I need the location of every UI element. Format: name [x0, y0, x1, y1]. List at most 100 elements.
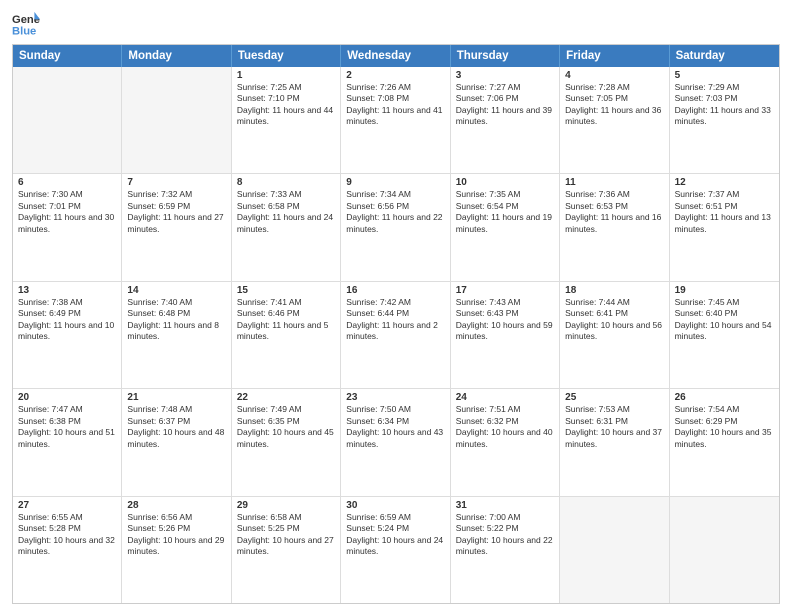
- day-number: 16: [346, 285, 444, 296]
- sunset-text: Sunset: 6:49 PM: [18, 308, 116, 319]
- daylight-text: Daylight: 10 hours and 43 minutes.: [346, 427, 444, 450]
- daylight-text: Daylight: 11 hours and 27 minutes.: [127, 212, 225, 235]
- day-number: 17: [456, 285, 554, 296]
- day-cell: 26Sunrise: 7:54 AMSunset: 6:29 PMDayligh…: [670, 389, 779, 495]
- day-number: 6: [18, 177, 116, 188]
- day-cell: 29Sunrise: 6:58 AMSunset: 5:25 PMDayligh…: [232, 497, 341, 603]
- day-number: 8: [237, 177, 335, 188]
- daylight-text: Daylight: 10 hours and 29 minutes.: [127, 535, 225, 558]
- daylight-text: Daylight: 10 hours and 59 minutes.: [456, 320, 554, 343]
- sunset-text: Sunset: 6:34 PM: [346, 416, 444, 427]
- daylight-text: Daylight: 10 hours and 54 minutes.: [675, 320, 774, 343]
- sunset-text: Sunset: 5:28 PM: [18, 523, 116, 534]
- sunset-text: Sunset: 6:41 PM: [565, 308, 663, 319]
- sunset-text: Sunset: 7:06 PM: [456, 93, 554, 104]
- sunset-text: Sunset: 7:01 PM: [18, 201, 116, 212]
- weekday-header: Wednesday: [341, 45, 450, 67]
- day-cell: 23Sunrise: 7:50 AMSunset: 6:34 PMDayligh…: [341, 389, 450, 495]
- day-cell: 25Sunrise: 7:53 AMSunset: 6:31 PMDayligh…: [560, 389, 669, 495]
- sunrise-text: Sunrise: 7:37 AM: [675, 189, 774, 200]
- sunrise-text: Sunrise: 7:43 AM: [456, 297, 554, 308]
- sunset-text: Sunset: 6:53 PM: [565, 201, 663, 212]
- daylight-text: Daylight: 10 hours and 22 minutes.: [456, 535, 554, 558]
- sunrise-text: Sunrise: 7:45 AM: [675, 297, 774, 308]
- sunset-text: Sunset: 6:56 PM: [346, 201, 444, 212]
- day-cell: 1Sunrise: 7:25 AMSunset: 7:10 PMDaylight…: [232, 67, 341, 173]
- daylight-text: Daylight: 11 hours and 24 minutes.: [237, 212, 335, 235]
- empty-cell: [670, 497, 779, 603]
- daylight-text: Daylight: 10 hours and 51 minutes.: [18, 427, 116, 450]
- day-cell: 3Sunrise: 7:27 AMSunset: 7:06 PMDaylight…: [451, 67, 560, 173]
- daylight-text: Daylight: 11 hours and 22 minutes.: [346, 212, 444, 235]
- sunrise-text: Sunrise: 7:42 AM: [346, 297, 444, 308]
- daylight-text: Daylight: 10 hours and 24 minutes.: [346, 535, 444, 558]
- day-number: 28: [127, 500, 225, 511]
- sunset-text: Sunset: 5:26 PM: [127, 523, 225, 534]
- sunset-text: Sunset: 6:58 PM: [237, 201, 335, 212]
- day-number: 22: [237, 392, 335, 403]
- day-cell: 4Sunrise: 7:28 AMSunset: 7:05 PMDaylight…: [560, 67, 669, 173]
- calendar-header: SundayMondayTuesdayWednesdayThursdayFrid…: [13, 45, 779, 67]
- calendar-row: 6Sunrise: 7:30 AMSunset: 7:01 PMDaylight…: [13, 173, 779, 280]
- day-cell: 8Sunrise: 7:33 AMSunset: 6:58 PMDaylight…: [232, 174, 341, 280]
- sunset-text: Sunset: 7:03 PM: [675, 93, 774, 104]
- sunset-text: Sunset: 6:37 PM: [127, 416, 225, 427]
- day-cell: 31Sunrise: 7:00 AMSunset: 5:22 PMDayligh…: [451, 497, 560, 603]
- calendar-row: 13Sunrise: 7:38 AMSunset: 6:49 PMDayligh…: [13, 281, 779, 388]
- day-number: 4: [565, 70, 663, 81]
- weekday-header: Sunday: [13, 45, 122, 67]
- sunrise-text: Sunrise: 7:54 AM: [675, 404, 774, 415]
- day-number: 5: [675, 70, 774, 81]
- sunrise-text: Sunrise: 7:40 AM: [127, 297, 225, 308]
- sunrise-text: Sunrise: 6:59 AM: [346, 512, 444, 523]
- day-cell: 14Sunrise: 7:40 AMSunset: 6:48 PMDayligh…: [122, 282, 231, 388]
- sunset-text: Sunset: 6:48 PM: [127, 308, 225, 319]
- calendar-row: 1Sunrise: 7:25 AMSunset: 7:10 PMDaylight…: [13, 67, 779, 173]
- day-cell: 16Sunrise: 7:42 AMSunset: 6:44 PMDayligh…: [341, 282, 450, 388]
- sunrise-text: Sunrise: 7:26 AM: [346, 82, 444, 93]
- day-number: 24: [456, 392, 554, 403]
- daylight-text: Daylight: 11 hours and 13 minutes.: [675, 212, 774, 235]
- daylight-text: Daylight: 10 hours and 32 minutes.: [18, 535, 116, 558]
- calendar-row: 20Sunrise: 7:47 AMSunset: 6:38 PMDayligh…: [13, 388, 779, 495]
- sunrise-text: Sunrise: 7:33 AM: [237, 189, 335, 200]
- day-number: 30: [346, 500, 444, 511]
- weekday-header: Saturday: [670, 45, 779, 67]
- daylight-text: Daylight: 10 hours and 37 minutes.: [565, 427, 663, 450]
- sunrise-text: Sunrise: 6:56 AM: [127, 512, 225, 523]
- logo: General Blue: [12, 10, 40, 38]
- day-number: 10: [456, 177, 554, 188]
- daylight-text: Daylight: 11 hours and 19 minutes.: [456, 212, 554, 235]
- daylight-text: Daylight: 11 hours and 2 minutes.: [346, 320, 444, 343]
- sunset-text: Sunset: 5:25 PM: [237, 523, 335, 534]
- daylight-text: Daylight: 11 hours and 33 minutes.: [675, 105, 774, 128]
- day-cell: 13Sunrise: 7:38 AMSunset: 6:49 PMDayligh…: [13, 282, 122, 388]
- day-number: 25: [565, 392, 663, 403]
- calendar-body: 1Sunrise: 7:25 AMSunset: 7:10 PMDaylight…: [13, 67, 779, 603]
- sunset-text: Sunset: 7:05 PM: [565, 93, 663, 104]
- sunrise-text: Sunrise: 7:53 AM: [565, 404, 663, 415]
- weekday-header: Thursday: [451, 45, 560, 67]
- day-cell: 2Sunrise: 7:26 AMSunset: 7:08 PMDaylight…: [341, 67, 450, 173]
- daylight-text: Daylight: 11 hours and 44 minutes.: [237, 105, 335, 128]
- sunrise-text: Sunrise: 7:00 AM: [456, 512, 554, 523]
- sunset-text: Sunset: 6:51 PM: [675, 201, 774, 212]
- sunrise-text: Sunrise: 7:50 AM: [346, 404, 444, 415]
- sunrise-text: Sunrise: 7:25 AM: [237, 82, 335, 93]
- sunrise-text: Sunrise: 7:47 AM: [18, 404, 116, 415]
- day-cell: 5Sunrise: 7:29 AMSunset: 7:03 PMDaylight…: [670, 67, 779, 173]
- day-number: 9: [346, 177, 444, 188]
- day-cell: 24Sunrise: 7:51 AMSunset: 6:32 PMDayligh…: [451, 389, 560, 495]
- sunrise-text: Sunrise: 7:44 AM: [565, 297, 663, 308]
- day-cell: 12Sunrise: 7:37 AMSunset: 6:51 PMDayligh…: [670, 174, 779, 280]
- day-cell: 11Sunrise: 7:36 AMSunset: 6:53 PMDayligh…: [560, 174, 669, 280]
- day-number: 12: [675, 177, 774, 188]
- sunrise-text: Sunrise: 7:32 AM: [127, 189, 225, 200]
- day-cell: 19Sunrise: 7:45 AMSunset: 6:40 PMDayligh…: [670, 282, 779, 388]
- day-number: 26: [675, 392, 774, 403]
- sunrise-text: Sunrise: 7:48 AM: [127, 404, 225, 415]
- daylight-text: Daylight: 10 hours and 48 minutes.: [127, 427, 225, 450]
- sunset-text: Sunset: 6:35 PM: [237, 416, 335, 427]
- svg-text:Blue: Blue: [12, 25, 36, 37]
- day-cell: 6Sunrise: 7:30 AMSunset: 7:01 PMDaylight…: [13, 174, 122, 280]
